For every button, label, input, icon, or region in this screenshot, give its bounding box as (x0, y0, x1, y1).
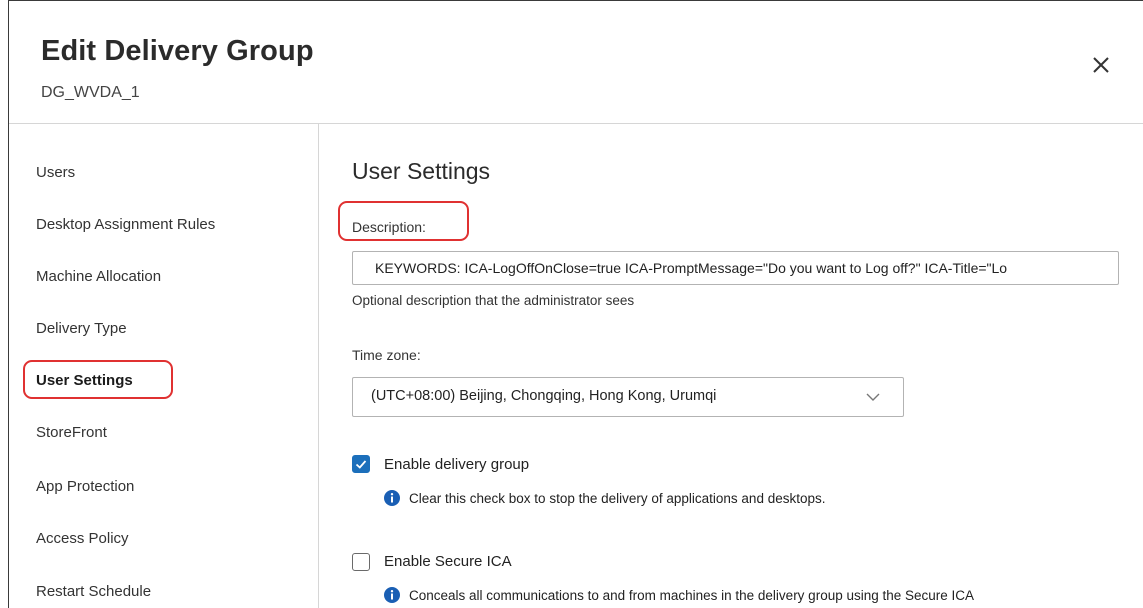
sidebar-item-desktop-assignment-rules[interactable]: Desktop Assignment Rules (36, 216, 215, 233)
dialog-subtitle: DG_WVDA_1 (41, 84, 140, 101)
enable-delivery-group-checkbox[interactable] (352, 455, 370, 473)
description-label: Description: (352, 219, 426, 235)
sidebar-item-app-protection[interactable]: App Protection (36, 478, 134, 495)
info-icon (384, 587, 400, 603)
sidebar-item-user-settings[interactable]: User Settings (36, 372, 133, 389)
enable-delivery-group-info: Clear this check box to stop the deliver… (409, 491, 826, 506)
dialog-title: Edit Delivery Group (41, 35, 314, 67)
edit-delivery-group-dialog: Edit Delivery Group DG_WVDA_1 Users Desk… (8, 0, 1143, 608)
section-title: User Settings (352, 158, 491, 184)
timezone-label: Time zone: (352, 347, 421, 363)
sidebar-item-storefront[interactable]: StoreFront (36, 424, 107, 441)
description-input[interactable] (352, 251, 1119, 285)
dialog-header: Edit Delivery Group DG_WVDA_1 (9, 1, 1143, 124)
chevron-down-icon (866, 393, 880, 401)
sidebar-item-users[interactable]: Users (36, 164, 75, 181)
main-content: User Settings Description: Optional desc… (319, 123, 1143, 608)
timezone-select-value: (UTC+08:00) Beijing, Chongqing, Hong Kon… (371, 388, 717, 404)
sidebar-item-restart-schedule[interactable]: Restart Schedule (36, 583, 151, 600)
checkmark-icon (355, 460, 367, 469)
info-icon (384, 490, 400, 506)
enable-secure-ica-checkbox[interactable] (352, 553, 370, 571)
close-icon[interactable] (1089, 53, 1113, 77)
description-helper-text: Optional description that the administra… (352, 293, 635, 308)
sidebar-item-machine-allocation[interactable]: Machine Allocation (36, 268, 161, 285)
enable-delivery-group-label[interactable]: Enable delivery group (384, 456, 529, 473)
sidebar-item-access-policy[interactable]: Access Policy (36, 530, 129, 547)
sidebar-item-delivery-type[interactable]: Delivery Type (36, 320, 127, 337)
enable-secure-ica-label[interactable]: Enable Secure ICA (384, 553, 512, 570)
enable-secure-ica-info: Conceals all communications to and from … (409, 588, 975, 603)
sidebar-nav: Users Desktop Assignment Rules Machine A… (9, 123, 319, 608)
timezone-select[interactable]: (UTC+08:00) Beijing, Chongqing, Hong Kon… (352, 377, 904, 417)
